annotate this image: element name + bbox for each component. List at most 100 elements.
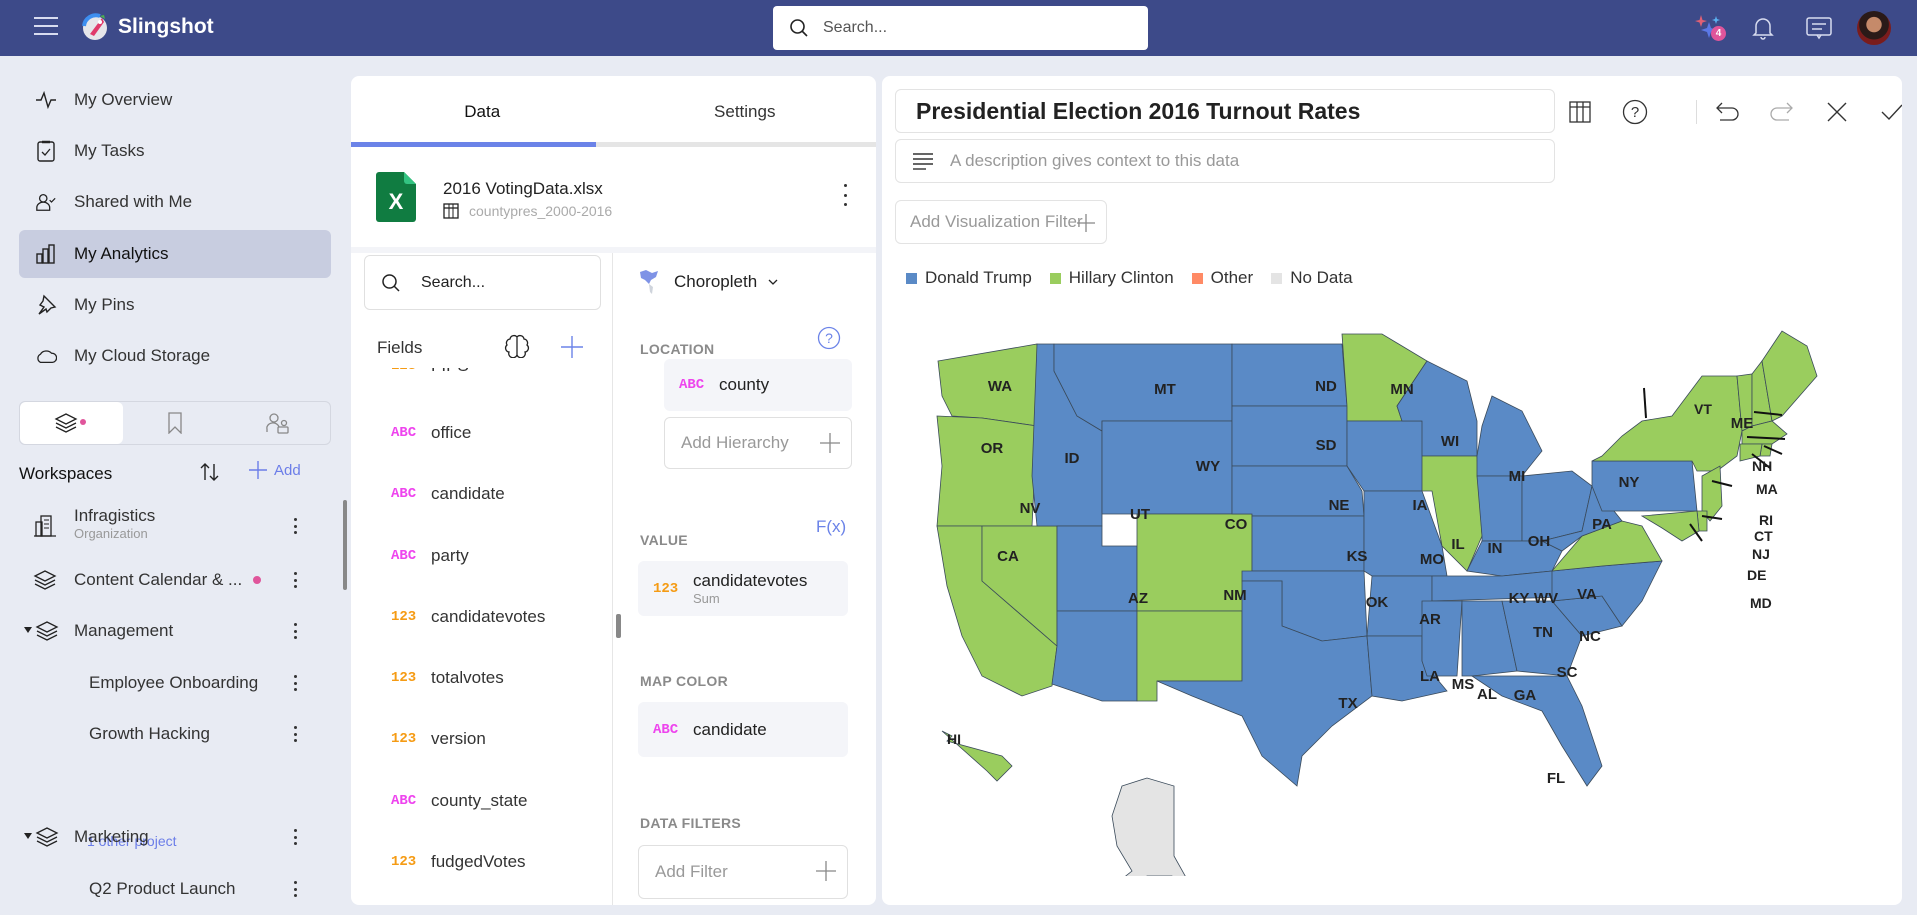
state-label-ny: NY xyxy=(1619,474,1640,491)
hamburger-menu-icon[interactable] xyxy=(34,17,58,37)
redo-icon xyxy=(1770,102,1793,121)
ai-sparkle-button[interactable]: 4 xyxy=(1693,12,1726,44)
global-search-input[interactable]: Search... xyxy=(773,6,1148,50)
workspace-item-content-calendar[interactable]: Content Calendar & ... xyxy=(0,558,310,602)
state-mi[interactable] xyxy=(1476,395,1543,477)
more-options-icon[interactable] xyxy=(290,621,300,641)
sheet-name: countypres_2000-2016 xyxy=(469,203,613,219)
add-hierarchy-label: Add Hierarchy xyxy=(681,433,789,452)
more-options-icon[interactable] xyxy=(290,827,300,847)
sidebar-item-my-analytics[interactable]: My Analytics xyxy=(19,230,331,278)
notifications-button[interactable] xyxy=(1747,12,1779,44)
sidebar-item-my-cloud-storage[interactable]: My Cloud Storage xyxy=(19,332,331,380)
sidebar-item-my-overview[interactable]: My Overview xyxy=(19,76,331,124)
state-label-in: IN xyxy=(1488,540,1503,557)
redo-button[interactable] xyxy=(1764,94,1800,130)
state-ia[interactable] xyxy=(1346,420,1433,492)
workspace-item-marketing[interactable]: Marketing xyxy=(0,815,310,859)
sidebar-item-my-pins[interactable]: My Pins xyxy=(19,281,331,329)
workspace-label: Management xyxy=(74,621,174,640)
state-label-ut: UT xyxy=(1130,506,1150,523)
sidebar-scrollbar[interactable] xyxy=(343,500,347,590)
state-az[interactable] xyxy=(1051,610,1138,702)
project-item-growth-hacking[interactable]: Growth Hacking xyxy=(0,712,310,756)
state-ak[interactable] xyxy=(1106,777,1202,905)
tab-data[interactable]: Data xyxy=(351,76,614,148)
messages-button[interactable] xyxy=(1803,12,1835,44)
state-ny[interactable] xyxy=(1591,375,1743,472)
field-item[interactable]: 123 candidatevotes xyxy=(391,597,545,637)
state-sd[interactable] xyxy=(1231,405,1348,467)
more-options-icon[interactable] xyxy=(290,570,300,590)
user-avatar[interactable] xyxy=(1857,11,1891,45)
state-oh[interactable] xyxy=(1521,470,1593,542)
field-search-input[interactable]: Search... xyxy=(364,255,601,310)
caret-down-icon[interactable] xyxy=(24,627,32,633)
state-pa[interactable] xyxy=(1591,460,1698,512)
legend-item-trump[interactable]: Donald Trump xyxy=(906,268,1032,288)
caret-down-icon[interactable] xyxy=(24,833,32,839)
field-item[interactable]: ABC office xyxy=(391,413,471,453)
location-help-button[interactable]: ? xyxy=(817,326,841,355)
plus-icon xyxy=(561,336,583,358)
tab-settings[interactable]: Settings xyxy=(614,76,877,148)
add-workspace-button[interactable]: Add xyxy=(248,460,301,480)
formula-button[interactable]: F(x) xyxy=(816,517,846,537)
field-name: FIPS xyxy=(431,368,469,376)
segment-people[interactable] xyxy=(227,402,330,444)
workspace-item-management[interactable]: Management xyxy=(0,609,310,653)
more-options-icon[interactable] xyxy=(290,724,300,744)
location-field-chip[interactable]: ABC county xyxy=(664,359,852,411)
project-item-employee-onboarding[interactable]: Employee Onboarding xyxy=(0,661,310,705)
field-name: totalvotes xyxy=(431,668,504,687)
app-logo[interactable]: Slingshot xyxy=(80,12,214,42)
add-visualization-filter-button[interactable]: Add Visualization Filter xyxy=(895,200,1107,244)
sort-button[interactable] xyxy=(198,460,222,489)
segment-workspaces[interactable] xyxy=(20,402,124,444)
workspace-item-infragistics[interactable]: Infragistics Organization xyxy=(0,504,310,548)
help-button[interactable]: ? xyxy=(1617,94,1653,130)
add-hierarchy-button[interactable]: Add Hierarchy xyxy=(664,417,852,469)
field-item[interactable]: 123FIPS xyxy=(391,368,469,386)
visualization-title-input[interactable]: Presidential Election 2016 Turnout Rates xyxy=(895,89,1555,133)
project-item-q2-product-launch[interactable]: Q2 Product Launch xyxy=(0,867,310,911)
ai-fields-button[interactable] xyxy=(504,334,530,363)
segment-bookmarks[interactable] xyxy=(123,402,226,444)
file-options-icon[interactable] xyxy=(840,184,850,206)
svg-text:X: X xyxy=(389,189,404,214)
field-item[interactable]: ABC candidate xyxy=(391,474,505,514)
choropleth-map[interactable]: WA OR CA NV ID MT WY UT CO AZ NM ND SD NE KS OK TX MN IA MO… xyxy=(902,316,1902,905)
state-nd[interactable] xyxy=(1231,343,1348,407)
field-item[interactable]: 123 fudgedVotes xyxy=(391,842,526,882)
description-input[interactable]: A description gives context to this data xyxy=(895,139,1555,183)
value-field-chip[interactable]: 123 candidatevotes Sum xyxy=(638,561,848,616)
data-grid-view-button[interactable] xyxy=(1562,94,1598,130)
state-mt[interactable] xyxy=(1053,343,1233,432)
state-label-il: IL xyxy=(1451,536,1464,553)
field-item[interactable]: ABC county_state xyxy=(391,781,527,821)
state-label-fl: FL xyxy=(1547,770,1565,787)
sidebar-item-my-tasks[interactable]: My Tasks xyxy=(19,127,331,175)
more-options-icon[interactable] xyxy=(290,879,300,899)
sidebar-item-shared-with-me[interactable]: Shared with Me xyxy=(19,178,331,226)
add-field-button[interactable] xyxy=(560,335,584,364)
viz-type-dropdown[interactable]: Choropleth xyxy=(638,268,779,296)
state-in[interactable] xyxy=(1476,475,1523,542)
legend-item-no-data[interactable]: No Data xyxy=(1271,268,1353,288)
state-me[interactable] xyxy=(1761,330,1818,422)
legend-item-other[interactable]: Other xyxy=(1191,268,1253,288)
more-options-icon[interactable] xyxy=(290,673,300,693)
field-item[interactable]: 123 version xyxy=(391,719,486,759)
add-filter-button[interactable]: Add Filter xyxy=(638,845,848,899)
map-color-field-chip[interactable]: ABC candidate xyxy=(638,702,848,757)
legend-item-clinton[interactable]: Hillary Clinton xyxy=(1049,268,1174,288)
more-options-icon[interactable] xyxy=(290,516,300,536)
field-item[interactable]: ABC party xyxy=(391,536,469,576)
close-button[interactable] xyxy=(1819,94,1855,130)
field-item[interactable]: 123 totalvotes xyxy=(391,658,504,698)
state-label-wv: WV xyxy=(1534,590,1558,607)
state-ut[interactable] xyxy=(1056,525,1138,612)
state-label-tx: TX xyxy=(1338,695,1357,712)
confirm-button[interactable] xyxy=(1874,94,1902,130)
undo-button[interactable] xyxy=(1709,94,1745,130)
